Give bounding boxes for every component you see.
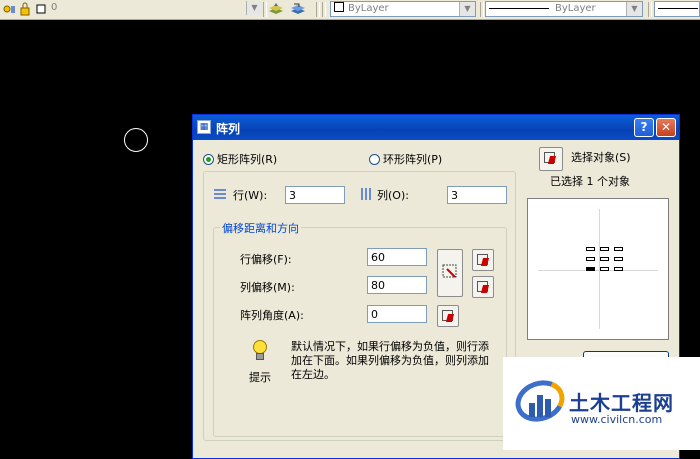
array-dialog-icon: ▦ bbox=[197, 120, 211, 134]
layer-previous-icon[interactable] bbox=[290, 2, 305, 16]
color-swatch bbox=[334, 2, 344, 12]
lock-icon[interactable] bbox=[18, 2, 32, 16]
help-button[interactable]: ? bbox=[634, 118, 654, 137]
toolbar-separator bbox=[263, 2, 267, 17]
polar-array-radio[interactable]: 环形阵列(P) bbox=[369, 151, 442, 167]
toolbar-separator bbox=[322, 2, 326, 17]
layer-value: 0 bbox=[51, 2, 58, 13]
preview-cell bbox=[614, 247, 623, 251]
preview-cell bbox=[586, 257, 595, 261]
select-objects-icon bbox=[544, 152, 555, 163]
select-objects-label: 选择对象(S) bbox=[571, 151, 631, 164]
linetype-value: ByLayer bbox=[555, 3, 596, 14]
watermark: 土木工程网 www.civilcn.com bbox=[503, 357, 700, 450]
watermark-name: 土木工程网 bbox=[569, 391, 674, 415]
row-offset-input[interactable] bbox=[367, 248, 427, 266]
linetype-sample bbox=[489, 7, 549, 9]
preview-cell bbox=[614, 257, 623, 261]
selected-count: 已选择 1 个对象 bbox=[550, 175, 630, 188]
angle-label: 阵列角度(A): bbox=[240, 309, 304, 322]
preview-cell-source bbox=[586, 267, 595, 271]
columns-label: 列(O): bbox=[377, 189, 409, 202]
pick-both-offsets-icon bbox=[442, 264, 457, 278]
angle-input[interactable] bbox=[367, 305, 427, 323]
color-square-icon[interactable] bbox=[34, 2, 48, 16]
lineweight-sample bbox=[658, 7, 698, 9]
layer-state-icon[interactable] bbox=[2, 2, 16, 16]
tip-text: 默认情况下，如果行偏移为负值，则行添加在下面。如果列偏移为负值，则列添加在左边。 bbox=[291, 340, 489, 381]
select-objects-button[interactable] bbox=[539, 147, 563, 171]
toolbar-separator bbox=[648, 2, 652, 17]
rect-array-radio[interactable]: 矩形阵列(R) bbox=[203, 151, 277, 167]
preview-cell bbox=[600, 247, 609, 251]
pick-point-icon bbox=[477, 254, 488, 265]
polar-array-label: 环形阵列(P) bbox=[383, 153, 443, 166]
rows-icon bbox=[213, 187, 227, 204]
array-preview bbox=[527, 198, 669, 340]
make-current-layer-icon[interactable] bbox=[268, 2, 283, 16]
dialog-title: 阵列 bbox=[216, 122, 241, 136]
preview-axis-x bbox=[538, 270, 658, 271]
drawn-circle[interactable] bbox=[124, 128, 148, 152]
col-offset-label: 列偏移(M): bbox=[240, 281, 295, 294]
linetype-dropdown-arrow[interactable]: ▼ bbox=[626, 2, 642, 16]
preview-cell bbox=[600, 267, 609, 271]
top-toolbar: 0 ▼ ByLayer ▼ ByLayer ▼ bbox=[0, 0, 700, 20]
pick-row-offset-button[interactable] bbox=[472, 249, 494, 271]
col-offset-input[interactable] bbox=[367, 276, 427, 294]
lightbulb-icon bbox=[251, 340, 269, 362]
toolbar-separator bbox=[316, 2, 320, 17]
tip-label: 提示 bbox=[249, 371, 271, 384]
color-value: ByLayer bbox=[348, 3, 389, 14]
pick-point-icon bbox=[442, 310, 453, 321]
close-button[interactable]: ✕ bbox=[656, 118, 676, 137]
layer-combo[interactable]: 0 bbox=[48, 1, 263, 17]
layer-dropdown-arrow[interactable]: ▼ bbox=[246, 1, 262, 15]
columns-input[interactable] bbox=[447, 186, 507, 204]
preview-cell bbox=[586, 247, 595, 251]
pick-both-offsets-button[interactable] bbox=[437, 249, 463, 297]
lineweight-combo[interactable] bbox=[654, 1, 700, 17]
toolbar-separator bbox=[480, 2, 484, 17]
dialog-titlebar[interactable]: ▦ 阵列 ? ✕ bbox=[193, 115, 679, 140]
offset-group-label: 偏移距离和方向 bbox=[220, 220, 301, 236]
civilcn-logo bbox=[509, 373, 571, 429]
radio-unselected-icon bbox=[369, 154, 380, 165]
preview-cell bbox=[614, 267, 623, 271]
rect-array-label: 矩形阵列(R) bbox=[217, 153, 278, 166]
pick-point-icon bbox=[477, 281, 488, 292]
preview-cell bbox=[600, 257, 609, 261]
watermark-url: www.civilcn.com bbox=[571, 413, 663, 426]
rows-label: 行(W): bbox=[233, 189, 268, 202]
color-combo[interactable]: ByLayer ▼ bbox=[330, 1, 476, 17]
pick-angle-button[interactable] bbox=[437, 305, 459, 327]
linetype-combo[interactable]: ByLayer ▼ bbox=[485, 1, 643, 17]
row-offset-label: 行偏移(F): bbox=[240, 253, 292, 266]
rows-input[interactable] bbox=[285, 186, 345, 204]
columns-icon bbox=[359, 187, 373, 204]
color-dropdown-arrow[interactable]: ▼ bbox=[459, 2, 475, 16]
pick-col-offset-button[interactable] bbox=[472, 276, 494, 298]
radio-selected-icon bbox=[203, 154, 214, 165]
